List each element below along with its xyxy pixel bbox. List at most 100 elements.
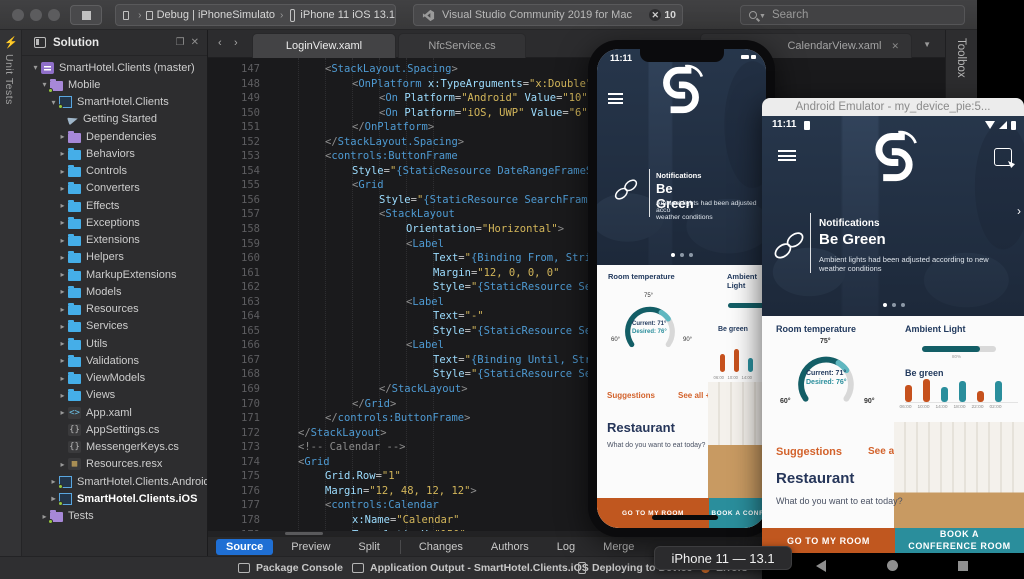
expander-icon[interactable]: ▸ xyxy=(57,270,68,279)
expander-icon[interactable]: ▸ xyxy=(57,391,68,400)
tree-item-behaviors[interactable]: ▸Behaviors xyxy=(22,145,207,162)
expander-icon[interactable]: ▸ xyxy=(57,132,68,141)
tree-item-mobile[interactable]: ▾Mobile xyxy=(22,76,207,93)
expander-icon[interactable]: ▸ xyxy=(57,460,68,469)
tree-item-utils[interactable]: ▸Utils xyxy=(22,335,207,352)
tree-item-smarthotel-clients-ios[interactable]: ▸SmartHotel.Clients.iOS xyxy=(22,490,207,507)
emulator-title[interactable]: Android Emulator - my_device_pie:5... xyxy=(762,98,1024,116)
expander-icon[interactable]: ▸ xyxy=(57,236,68,245)
tree-item-controls[interactable]: ▸Controls xyxy=(22,163,207,180)
breadcrumb-configuration[interactable]: Debug | iPhoneSimulato xyxy=(157,9,275,21)
expander-icon[interactable]: ▾ xyxy=(30,63,41,72)
expander-icon[interactable]: ▸ xyxy=(57,167,68,176)
tree-item-helpers[interactable]: ▸Helpers xyxy=(22,249,207,266)
run-configuration-breadcrumb[interactable]: › Debug | iPhoneSimulato › iPhone 11 iOS… xyxy=(115,4,396,26)
menu-icon[interactable] xyxy=(778,150,796,161)
carousel-dots[interactable] xyxy=(883,303,905,307)
line-number: 174 xyxy=(208,455,260,470)
tree-item-smarthotel-clients-master-[interactable]: ▾SmartHotel.Clients (master) xyxy=(22,59,207,76)
tab-loginview[interactable]: LoginView.xaml xyxy=(252,33,396,58)
tree-item-smarthotel-clients-android[interactable]: ▸SmartHotel.Clients.Android xyxy=(22,473,207,490)
book-conference-button[interactable]: BOOK A CONFERENCE ROOM xyxy=(895,528,1024,553)
tree-item-validations[interactable]: ▸Validations xyxy=(22,352,207,369)
expander-icon[interactable]: ▸ xyxy=(57,322,68,331)
recents-icon[interactable] xyxy=(958,561,968,571)
tree-item-app-xaml[interactable]: ▸<>App.xaml xyxy=(22,404,207,421)
expander-icon[interactable]: ▸ xyxy=(57,253,68,262)
view-tab-split[interactable]: Split xyxy=(348,539,389,555)
tree-item-viewmodels[interactable]: ▸ViewModels xyxy=(22,370,207,387)
see-all-link[interactable]: See all + xyxy=(678,391,710,400)
view-tab-changes[interactable]: Changes xyxy=(409,539,473,555)
search-input[interactable]: ▼ Search xyxy=(740,5,965,25)
tab-overflow-icon[interactable]: ▼ xyxy=(923,40,931,49)
chevron-right-icon[interactable]: › xyxy=(1017,204,1021,218)
stop-debug-button[interactable] xyxy=(70,5,102,25)
expander-icon[interactable]: ▸ xyxy=(57,305,68,314)
package-console-item[interactable]: Package Console xyxy=(238,562,343,574)
titlebar: › Debug | iPhoneSimulato › iPhone 11 iOS… xyxy=(0,0,977,30)
tree-item-appsettings-cs[interactable]: {}AppSettings.cs xyxy=(22,421,207,438)
view-tab-merge[interactable]: Merge xyxy=(593,539,644,555)
tree-item-resources-resx[interactable]: ▸▦Resources.resx xyxy=(22,456,207,473)
tree-item-tests[interactable]: ▸Tests xyxy=(22,508,207,525)
expander-icon[interactable]: ▸ xyxy=(57,339,68,348)
tab-nfcservice[interactable]: NfcService.cs xyxy=(398,33,526,58)
application-output-item[interactable]: Application Output - SmartHotel.Clients.… xyxy=(352,562,589,574)
tree-item-markupextensions[interactable]: ▸MarkupExtensions xyxy=(22,266,207,283)
close-tab-icon[interactable]: ✕ xyxy=(891,41,899,52)
expander-icon[interactable]: ▸ xyxy=(57,374,68,383)
expander-icon[interactable]: ▸ xyxy=(57,218,68,227)
expander-icon[interactable]: ▸ xyxy=(57,287,68,296)
tree-item-converters[interactable]: ▸Converters xyxy=(22,180,207,197)
toolbox-pad-tab[interactable]: Toolbox xyxy=(955,38,967,78)
tab-back-icon[interactable]: ‹ xyxy=(218,37,222,49)
carousel-dots[interactable] xyxy=(671,253,693,257)
tree-item-exceptions[interactable]: ▸Exceptions xyxy=(22,214,207,231)
tab-forward-icon[interactable]: › xyxy=(234,37,238,49)
tree-item-views[interactable]: ▸Views xyxy=(22,387,207,404)
ambient-light-bar[interactable] xyxy=(728,303,765,308)
expander-icon[interactable]: ▸ xyxy=(57,356,68,365)
breadcrumb-device[interactable]: iPhone 11 iOS 13.1 xyxy=(300,9,395,21)
expander-icon[interactable]: ▸ xyxy=(57,149,68,158)
tree-item-effects[interactable]: ▸Effects xyxy=(22,197,207,214)
line-number: 159 xyxy=(208,237,260,252)
tree-item-getting-started[interactable]: Getting Started xyxy=(22,111,207,128)
unit-tests-pad-tab[interactable]: Unit Tests xyxy=(3,54,15,105)
expander-icon[interactable]: ▸ xyxy=(57,201,68,210)
restaurant-title[interactable]: Restaurant xyxy=(776,470,854,487)
tree-item-resources[interactable]: ▸Resources xyxy=(22,301,207,318)
code-line-148[interactable]: 148<OnPlatform x:TypeArguments="x:Double… xyxy=(208,77,945,92)
code-line-147[interactable]: 147<StackLayout.Spacing> xyxy=(208,62,945,77)
scrollbar-thumb[interactable] xyxy=(285,532,323,535)
book-conference-button[interactable]: BOOK A CONF xyxy=(709,498,766,528)
menu-icon[interactable] xyxy=(608,93,623,104)
view-tab-authors[interactable]: Authors xyxy=(481,539,539,555)
view-tab-source[interactable]: Source xyxy=(216,539,273,555)
tree-item-label: Getting Started xyxy=(83,113,157,125)
minimize-window-button[interactable] xyxy=(30,9,42,21)
nfc-tap-icon[interactable] xyxy=(994,148,1012,166)
close-window-button[interactable] xyxy=(12,9,24,21)
expander-icon[interactable]: ▸ xyxy=(57,184,68,193)
ambient-light-bar[interactable] xyxy=(922,346,996,352)
tree-item-extensions[interactable]: ▸Extensions xyxy=(22,232,207,249)
close-pad-icon[interactable]: ✕ xyxy=(191,37,199,48)
tree-item-messengerkeys-cs[interactable]: {}MessengerKeys.cs xyxy=(22,439,207,456)
tree-item-smarthotel-clients[interactable]: ▾SmartHotel.Clients xyxy=(22,94,207,111)
tree-item-dependencies[interactable]: ▸Dependencies xyxy=(22,128,207,145)
expander-icon[interactable]: ▸ xyxy=(57,408,68,417)
tree-item-models[interactable]: ▸Models xyxy=(22,283,207,300)
restaurant-title[interactable]: Restaurant xyxy=(607,420,675,435)
go-to-my-room-button[interactable]: GO TO MY ROOM xyxy=(597,498,709,528)
view-tab-preview[interactable]: Preview xyxy=(281,539,340,555)
error-count-badge[interactable]: ✕ 10 xyxy=(649,9,676,21)
home-icon[interactable] xyxy=(887,560,898,571)
home-indicator[interactable] xyxy=(652,515,718,520)
zoom-window-button[interactable] xyxy=(48,9,60,21)
back-icon[interactable] xyxy=(816,560,826,572)
view-tab-log[interactable]: Log xyxy=(547,539,585,555)
float-pad-icon[interactable]: ❐ xyxy=(176,37,185,48)
tree-item-services[interactable]: ▸Services xyxy=(22,318,207,335)
